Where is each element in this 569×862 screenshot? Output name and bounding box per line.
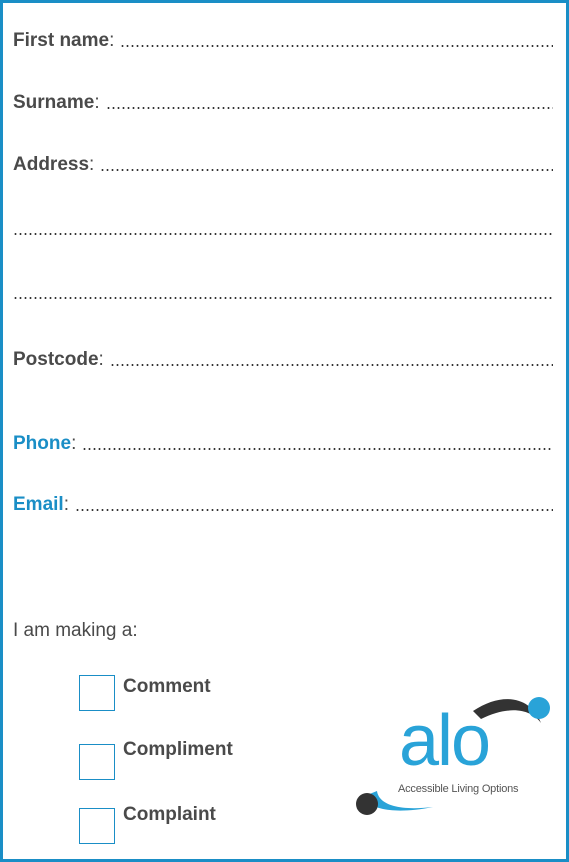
email-field[interactable]: Email : (13, 488, 553, 516)
first-name-field[interactable]: First name : (13, 24, 553, 52)
logo-wordmark: alo (399, 701, 491, 781)
postcode-field[interactable]: Postcode : (13, 343, 553, 371)
colon: : (71, 433, 77, 454)
first-name-label: First name (13, 30, 110, 51)
address-line-3-dotted-line[interactable] (13, 297, 553, 299)
address-line-2-dotted-line[interactable] (13, 233, 553, 235)
logo-blue-dot (528, 697, 550, 719)
address-field[interactable]: Address : (13, 148, 553, 176)
option-comment[interactable]: Comment (79, 675, 211, 711)
address-line-3[interactable] (13, 276, 553, 304)
email-dotted-line[interactable] (74, 509, 553, 511)
complaint-checkbox[interactable] (79, 808, 115, 844)
colon: : (109, 30, 115, 51)
email-label: Email (13, 494, 64, 515)
making-a-prompt: I am making a: (13, 620, 138, 641)
colon: : (98, 349, 104, 370)
surname-label: Surname (13, 92, 95, 113)
colon: : (63, 494, 69, 515)
postcode-dotted-line[interactable] (109, 364, 553, 366)
colon: : (89, 154, 95, 175)
surname-dotted-line[interactable] (105, 107, 553, 109)
compliment-checkbox[interactable] (79, 744, 115, 780)
first-name-dotted-line[interactable] (120, 45, 553, 47)
comment-checkbox[interactable] (79, 675, 115, 711)
surname-field[interactable]: Surname : (13, 86, 553, 114)
compliment-label: Compliment (123, 739, 233, 760)
comment-label: Comment (123, 676, 211, 697)
colon: : (94, 92, 100, 113)
logo-dark-dot (356, 793, 378, 815)
phone-label: Phone (13, 433, 72, 454)
address-dotted-line[interactable] (100, 169, 553, 171)
option-compliment[interactable]: Compliment (79, 739, 233, 780)
complaint-label: Complaint (123, 804, 216, 825)
form-card: First name : Surname : Address : Postcod… (0, 0, 569, 862)
postcode-label: Postcode (13, 349, 99, 370)
address-label: Address (13, 154, 90, 175)
logo-tagline: Accessible Living Options (398, 783, 519, 795)
phone-dotted-line[interactable] (82, 448, 553, 450)
phone-field[interactable]: Phone : (13, 427, 553, 455)
address-line-2[interactable] (13, 212, 553, 240)
option-complaint[interactable]: Complaint (79, 804, 216, 844)
